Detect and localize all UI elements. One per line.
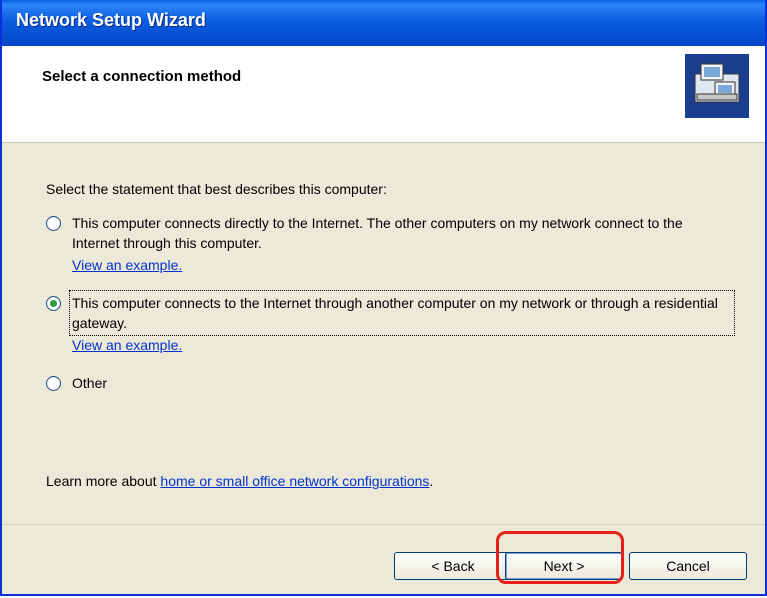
option-other-label[interactable]: Other bbox=[72, 373, 732, 393]
option-via-gateway[interactable]: This computer connects to the Internet t… bbox=[46, 290, 736, 373]
radio-other[interactable] bbox=[46, 376, 61, 391]
wizard-window: Network Setup Wizard Select a connection… bbox=[0, 0, 767, 596]
radio-direct[interactable] bbox=[46, 216, 61, 231]
window-title: Network Setup Wizard bbox=[16, 10, 206, 30]
option-via-gateway-label[interactable]: This computer connects to the Internet t… bbox=[69, 290, 735, 336]
learn-more-suffix: . bbox=[429, 473, 434, 489]
view-example-link-1[interactable]: View an example. bbox=[72, 257, 182, 273]
wizard-content: Select the statement that best describes… bbox=[2, 143, 765, 523]
learn-more-link[interactable]: home or small office network configurati… bbox=[160, 473, 429, 489]
option-direct[interactable]: This computer connects directly to the I… bbox=[46, 213, 736, 293]
learn-more: Learn more about home or small office ne… bbox=[46, 473, 433, 489]
page-title: Select a connection method bbox=[42, 68, 242, 85]
title-bar[interactable]: Network Setup Wizard bbox=[2, 0, 765, 46]
prompt-text: Select the statement that best describes… bbox=[46, 181, 387, 197]
next-button-highlight bbox=[496, 531, 624, 584]
view-example-link-2[interactable]: View an example. bbox=[72, 337, 182, 353]
button-bar: < Back Next > Cancel bbox=[2, 524, 765, 595]
option-other[interactable]: Other bbox=[46, 373, 736, 403]
cancel-button[interactable]: Cancel bbox=[629, 552, 747, 580]
radio-via-gateway[interactable] bbox=[46, 296, 61, 311]
option-direct-label[interactable]: This computer connects directly to the I… bbox=[72, 213, 732, 253]
network-computers-icon bbox=[685, 54, 749, 118]
back-button[interactable]: < Back bbox=[394, 552, 512, 580]
wizard-header: Select a connection method bbox=[2, 46, 765, 143]
learn-more-prefix: Learn more about bbox=[46, 473, 157, 489]
